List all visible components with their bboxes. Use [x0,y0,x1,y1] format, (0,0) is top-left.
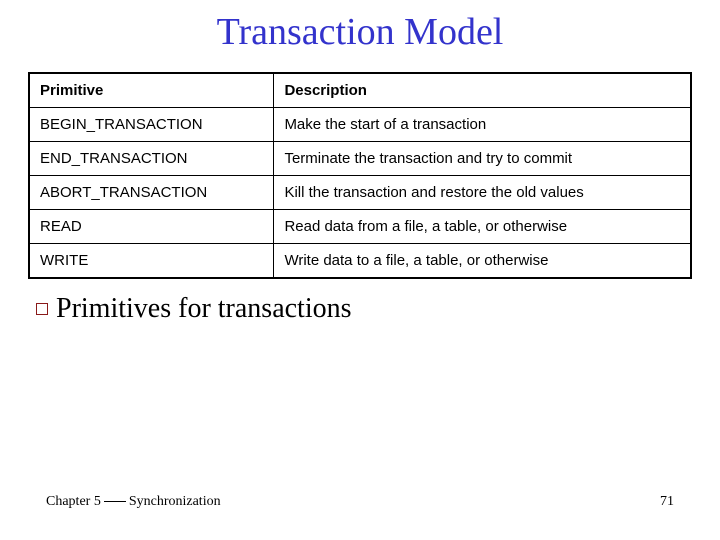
cell-primitive: WRITE [29,244,274,279]
cell-description: Read data from a file, a table, or other… [274,210,691,244]
square-bullet-icon [36,303,48,315]
table-row: END_TRANSACTION Terminate the transactio… [29,142,691,176]
footer-chapter: Chapter 5 Synchronization [46,494,221,510]
cell-description: Terminate the transaction and try to com… [274,142,691,176]
table-row: BEGIN_TRANSACTION Make the start of a tr… [29,108,691,142]
cell-primitive: END_TRANSACTION [29,142,274,176]
table-header-row: Primitive Description [29,73,691,108]
slide: Transaction Model Primitive Description … [0,0,720,540]
table-row: WRITE Write data to a file, a table, or … [29,244,691,279]
cell-primitive: ABORT_TRANSACTION [29,176,274,210]
header-description: Description [274,73,691,108]
caption-text: Primitives for transactions [56,293,352,324]
cell-description: Make the start of a transaction [274,108,691,142]
header-primitive: Primitive [29,73,274,108]
cell-primitive: READ [29,210,274,244]
caption-line: Primitives for transactions [28,293,692,325]
cell-primitive: BEGIN_TRANSACTION [29,108,274,142]
footer-chapter-prefix: Chapter 5 [46,494,101,509]
table-row: READ Read data from a file, a table, or … [29,210,691,244]
table-row: ABORT_TRANSACTION Kill the transaction a… [29,176,691,210]
cell-description: Write data to a file, a table, or otherw… [274,244,691,279]
primitives-table: Primitive Description BEGIN_TRANSACTION … [28,72,692,279]
footer-chapter-suffix: Synchronization [129,494,221,509]
page-title: Transaction Model [28,10,692,54]
footer-page-number: 71 [660,494,674,510]
dash-icon [104,501,126,502]
cell-description: Kill the transaction and restore the old… [274,176,691,210]
